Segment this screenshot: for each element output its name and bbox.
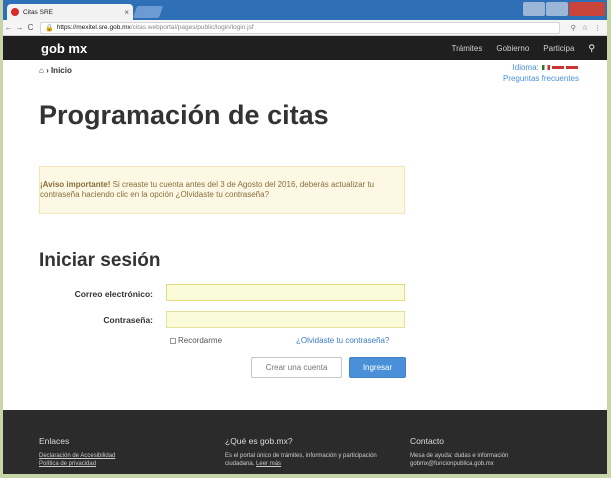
- favicon-icon: [11, 8, 19, 16]
- page-title: Programación de citas: [39, 100, 329, 130]
- browser-tab[interactable]: Citas SRE ×: [7, 4, 133, 20]
- breadcrumb-inicio[interactable]: Inicio: [51, 66, 72, 75]
- password-label: Contraseña:: [103, 315, 153, 325]
- footer-contact: Contacto Mesa de ayuda: dudas e informac…: [410, 436, 508, 468]
- footer-about: ¿Qué es gob.mx? Es el portal único de tr…: [225, 436, 403, 468]
- minimize-button[interactable]: [523, 2, 545, 16]
- search-icon[interactable]: ⚲: [588, 43, 595, 54]
- login-title: Iniciar sesión: [39, 250, 161, 271]
- remember-label: Recordarme: [178, 336, 223, 345]
- url-host: https://mexitel.sre.gob.mx: [56, 24, 131, 31]
- new-tab-button[interactable]: [132, 6, 164, 18]
- menu-icon[interactable]: ⋮: [594, 24, 601, 32]
- address-bar: ← → C 🔒 https://mexitel.sre.gob.mx /cita…: [3, 20, 607, 36]
- help-desk-text: Mesa de ayuda: dudas e información: [410, 453, 509, 459]
- faq-link[interactable]: Preguntas frecuentes: [503, 73, 579, 84]
- footer-links: Enlaces Declaración de Accesibilidad Pol…: [39, 436, 115, 468]
- screen-frame-right: [607, 0, 611, 478]
- forward-icon[interactable]: →: [14, 23, 25, 32]
- contact-email[interactable]: gobmx@funcionpublica.gob.mx: [410, 460, 508, 468]
- url-path: /citas.webportal/pages/public/login/logi…: [130, 24, 254, 31]
- site-footer: Enlaces Declaración de Accesibilidad Pol…: [3, 410, 607, 474]
- url-input[interactable]: 🔒 https://mexitel.sre.gob.mx /citas.webp…: [40, 21, 560, 34]
- mexico-flag-icon[interactable]: [542, 65, 550, 71]
- breadcrumb: ⌂ › Inicio: [39, 66, 72, 75]
- screen-frame-bottom: [0, 474, 611, 478]
- footer-about-text: Es el portal único de trámites, informac…: [225, 453, 377, 467]
- language-option-icon[interactable]: [566, 66, 578, 70]
- important-notice: ¡Aviso importante! Si creaste tu cuenta …: [39, 166, 405, 214]
- footer-contact-title: Contacto: [410, 436, 445, 446]
- forgot-password-link[interactable]: ¿Olvidaste tu contraseña?: [296, 336, 389, 345]
- site-logo[interactable]: gob mx: [41, 41, 87, 56]
- lock-icon: 🔒: [45, 24, 54, 32]
- site-header: gob mx Trámites Gobierno Participa ⚲: [3, 36, 607, 60]
- login-button[interactable]: Ingresar: [349, 357, 406, 378]
- filter-icon[interactable]: ⚲: [571, 24, 576, 32]
- language-label: Idioma:: [512, 63, 539, 72]
- password-field[interactable]: [166, 311, 405, 328]
- nav-gobierno[interactable]: Gobierno: [496, 44, 529, 53]
- reload-icon[interactable]: C: [25, 23, 36, 32]
- site-nav: Trámites Gobierno Participa ⚲: [452, 43, 595, 54]
- footer-about-title: ¿Qué es gob.mx?: [225, 436, 293, 446]
- create-account-button[interactable]: Crear una cuenta: [251, 357, 342, 378]
- tab-close-icon[interactable]: ×: [124, 8, 129, 17]
- maximize-button[interactable]: [546, 2, 568, 16]
- email-label: Correo electrónico:: [74, 289, 153, 299]
- back-icon[interactable]: ←: [3, 23, 14, 32]
- checkbox-icon[interactable]: [170, 337, 176, 344]
- nav-participa[interactable]: Participa: [543, 44, 574, 53]
- remember-checkbox[interactable]: Recordarme: [170, 336, 222, 345]
- browser-titlebar: Citas SRE ×: [3, 0, 607, 20]
- nav-tramites[interactable]: Trámites: [452, 44, 483, 53]
- language-option-icon[interactable]: [552, 66, 564, 70]
- main-content: ⌂ › Inicio Idioma: Preguntas frecuentes …: [3, 60, 607, 410]
- language-selector: Idioma: Preguntas frecuentes: [503, 62, 579, 84]
- close-window-button[interactable]: [569, 2, 605, 16]
- privacy-link[interactable]: Política de privacidad: [39, 461, 96, 467]
- window-controls: [523, 2, 605, 16]
- read-more-link[interactable]: Leer más: [256, 461, 281, 467]
- home-icon[interactable]: ⌂: [39, 66, 44, 75]
- footer-links-title: Enlaces: [39, 436, 70, 446]
- bookmark-star-icon[interactable]: ☆: [582, 24, 588, 32]
- accessibility-link[interactable]: Declaración de Accesibilidad: [39, 453, 115, 459]
- email-field[interactable]: [166, 284, 405, 301]
- notice-strong: ¡Aviso importante!: [40, 180, 111, 189]
- tab-title: Citas SRE: [23, 8, 53, 16]
